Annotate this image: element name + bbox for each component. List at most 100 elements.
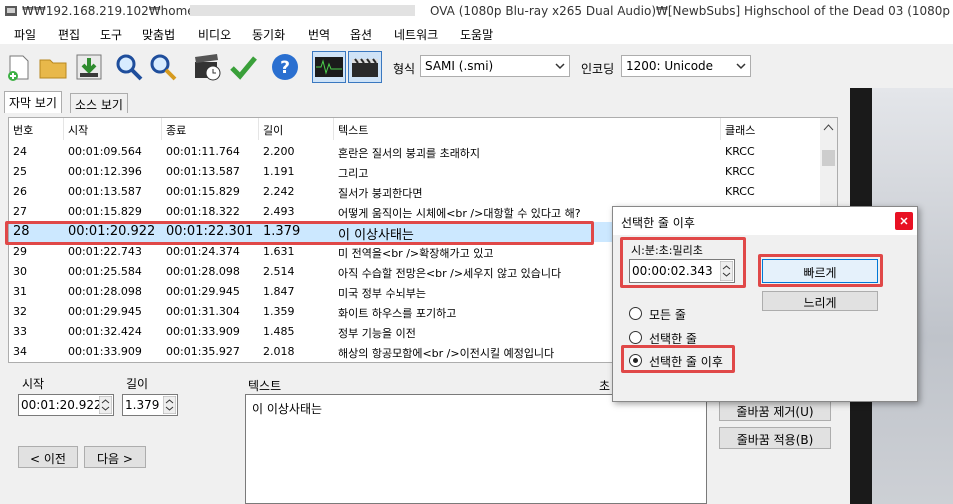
adjust-after-selected-dialog: 선택한 줄 이후 시:분:초:밀리초 00:00:02.343 빠르게 느리게 … xyxy=(612,206,918,402)
format-select[interactable]: SAMI (.smi) xyxy=(420,55,570,77)
start-time-value: 00:01:20.922 xyxy=(21,398,102,412)
radio-all-lines-label: 모든 줄 xyxy=(649,308,686,322)
scroll-up-icon[interactable] xyxy=(823,123,834,131)
col-header-text[interactable]: 텍스트 xyxy=(334,118,721,140)
radio-all-lines[interactable] xyxy=(629,307,642,320)
cell-text: 혼란은 질서의 붕괴를 초래하지 xyxy=(338,147,481,160)
menu-file[interactable]: 파일 xyxy=(14,26,36,43)
dialog-title-bar: 선택한 줄 이후 xyxy=(613,207,917,235)
menu-tools[interactable]: 도구 xyxy=(100,26,122,43)
cell-duration: 2.493 xyxy=(263,205,295,218)
spinner-arrows-icon[interactable] xyxy=(163,396,176,414)
cell-duration: 1.631 xyxy=(263,245,295,258)
menu-translate[interactable]: 번역 xyxy=(308,26,330,43)
radio-selected-lines[interactable] xyxy=(629,331,642,344)
start-label: 시작 xyxy=(22,377,45,391)
cell-duration: 2.242 xyxy=(263,185,295,198)
cell-duration: 2.200 xyxy=(263,145,295,158)
menu-network[interactable]: 네트워크 xyxy=(394,26,438,43)
cell-end: 00:01:28.098 xyxy=(166,265,240,278)
video-toggle-icon[interactable] xyxy=(348,51,382,83)
waveform-toggle-icon[interactable] xyxy=(312,51,346,83)
cell-number: 30 xyxy=(13,265,27,278)
prev-button-label: < 이전 xyxy=(30,452,66,466)
menu-edit[interactable]: 편집 xyxy=(58,26,80,43)
cell-start: 00:01:28.098 xyxy=(68,285,142,298)
format-select-value: SAMI (.smi) xyxy=(425,59,494,73)
scrollbar-thumb[interactable] xyxy=(822,150,835,166)
tab-source-view[interactable]: 소스 보기 xyxy=(70,93,128,113)
encoding-select[interactable]: 1200: Unicode xyxy=(621,55,751,77)
subtitle-text-editor[interactable]: 이 이상사태는 xyxy=(245,394,707,504)
cell-end: 00:01:35.927 xyxy=(166,345,240,358)
menu-bar: 파일 편집 도구 맞춤법 비디오 동기화 번역 옵션 네트워크 도움말 xyxy=(0,22,953,44)
table-row[interactable]: 25 00:01:12.396 00:01:13.587 1.191 그리고 KRCC xyxy=(9,162,821,182)
toolbar: ? 형식 SAMI (.smi) 인코딩 1200: Unicode xyxy=(0,46,850,88)
start-time-input[interactable]: 00:01:20.922 xyxy=(18,394,114,416)
table-row[interactable]: 26 00:01:13.587 00:01:15.829 2.242 질서가 붕괴한다면… xyxy=(9,182,821,202)
subtitle-text-value: 이 이상사태는 xyxy=(252,402,323,416)
next-button[interactable]: 다음 > xyxy=(84,446,146,468)
replace-icon[interactable] xyxy=(148,52,178,82)
cell-number: 34 xyxy=(13,345,27,358)
prev-button[interactable]: < 이전 xyxy=(18,446,78,468)
dialog-close-button[interactable] xyxy=(895,212,913,230)
cell-end: 00:01:33.909 xyxy=(166,325,240,338)
cell-end: 00:01:18.322 xyxy=(166,205,240,218)
timing-clapper-icon[interactable] xyxy=(192,52,222,82)
search-icon[interactable] xyxy=(114,52,144,82)
col-header-end[interactable]: 종료 xyxy=(162,118,259,140)
spinner-arrows-icon[interactable] xyxy=(99,396,112,414)
cell-end: 00:01:11.764 xyxy=(166,145,240,158)
svg-text:?: ? xyxy=(280,58,290,78)
hidden-label-fragment: 초 xyxy=(599,379,611,393)
selected-row-highlight xyxy=(5,221,594,245)
duration-label: 길이 xyxy=(126,377,149,391)
menu-video[interactable]: 비디오 xyxy=(198,26,231,43)
cell-start: 00:01:12.396 xyxy=(68,165,142,178)
cell-number: 27 xyxy=(13,205,27,218)
menu-help[interactable]: 도움말 xyxy=(460,26,493,43)
col-header-start[interactable]: 시작 xyxy=(64,118,162,140)
duration-input[interactable]: 1.379 xyxy=(122,394,178,416)
col-header-class[interactable]: 클래스 xyxy=(721,118,821,140)
cell-duration: 2.018 xyxy=(263,345,295,358)
cell-end: 00:01:15.829 xyxy=(166,185,240,198)
cell-number: 29 xyxy=(13,245,27,258)
cell-start: 00:01:29.945 xyxy=(68,305,142,318)
close-icon xyxy=(900,217,908,225)
slower-button[interactable]: 느리게 xyxy=(762,291,878,311)
cell-end: 00:01:24.374 xyxy=(166,245,240,258)
window-title-path: ₩₩192.168.219.102₩home3₩ xyxy=(22,4,215,18)
cell-start: 00:01:32.424 xyxy=(68,325,142,338)
col-header-duration[interactable]: 길이 xyxy=(259,118,334,140)
cell-duration: 1.191 xyxy=(263,165,295,178)
apply-linebreak-button[interactable]: 줄바꿈 적용(B) xyxy=(719,427,831,449)
cell-start: 00:01:13.587 xyxy=(68,185,142,198)
remove-linebreak-button[interactable]: 줄바꿈 제거(U) xyxy=(719,399,831,421)
checkmark-icon[interactable] xyxy=(228,52,258,82)
encoding-select-value: 1200: Unicode xyxy=(626,59,714,73)
cell-number: 32 xyxy=(13,305,27,318)
help-icon[interactable]: ? xyxy=(270,52,300,82)
table-row[interactable]: 24 00:01:09.564 00:01:11.764 2.200 혼란은 질서의 붕… xyxy=(9,142,821,162)
menu-sync[interactable]: 동기화 xyxy=(252,26,285,43)
apply-linebreak-label: 줄바꿈 적용(B) xyxy=(736,433,814,447)
cell-start: 00:01:22.743 xyxy=(68,245,142,258)
cell-duration: 1.485 xyxy=(263,325,295,338)
cell-end: 00:01:13.587 xyxy=(166,165,240,178)
cell-text: 그리고 xyxy=(338,167,369,180)
col-header-number[interactable]: 번호 xyxy=(9,118,64,140)
save-download-icon[interactable] xyxy=(74,52,104,82)
duration-value: 1.379 xyxy=(125,398,160,412)
format-label: 형식 xyxy=(393,62,416,76)
cell-class: KRCC xyxy=(725,145,755,158)
tab-subtitle-view[interactable]: 자막 보기 xyxy=(4,91,62,113)
cell-class: KRCC xyxy=(725,185,755,198)
menu-options[interactable]: 옵션 xyxy=(350,26,372,43)
new-file-icon[interactable] xyxy=(4,52,34,82)
window-title-file: OVA (1080p Blu-ray x265 Dual Audio)₩[New… xyxy=(430,4,953,18)
slower-button-label: 느리게 xyxy=(803,296,837,310)
open-folder-icon[interactable] xyxy=(38,52,68,82)
menu-spellcheck[interactable]: 맞춤법 xyxy=(142,26,175,43)
